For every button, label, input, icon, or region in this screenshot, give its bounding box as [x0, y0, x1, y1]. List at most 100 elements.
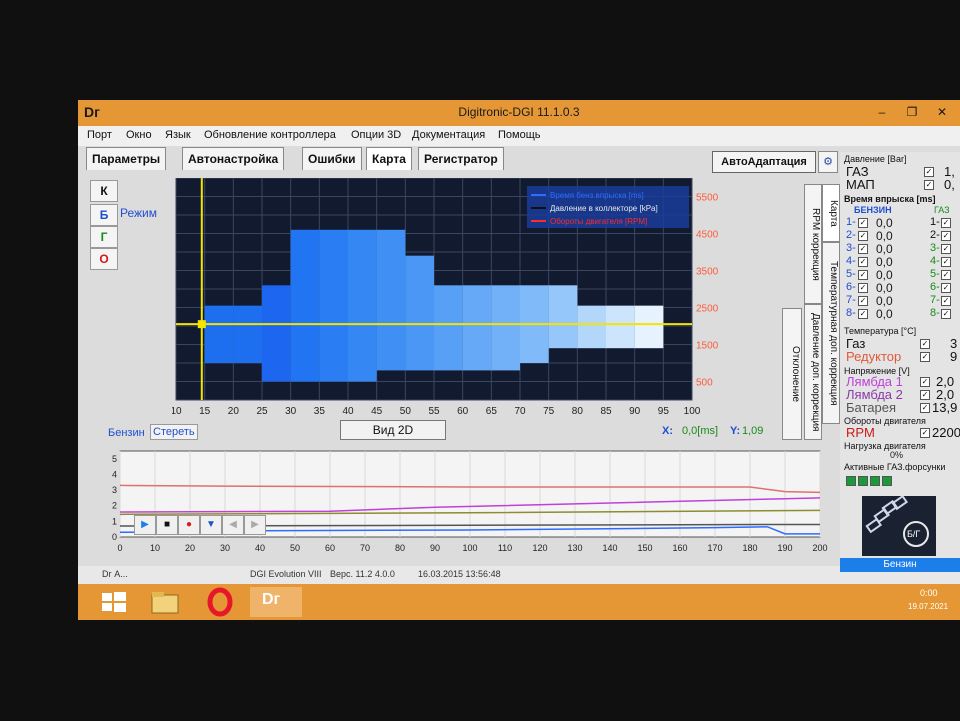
map-x-tick-label: 55 [428, 406, 440, 417]
settings-icon[interactable]: ⚙ [818, 151, 838, 173]
tab-map-vertical[interactable]: Карта [822, 184, 840, 242]
injector-benzin-check[interactable]: ✓ [858, 231, 868, 241]
recorder-plot[interactable]: 0 10 20 30 40 50 60 70 80 90 100 110 120 130 140 150 160… [112, 445, 832, 563]
gas-pressure-check[interactable]: ✓ [924, 167, 934, 177]
minimize-button[interactable]: – [868, 103, 896, 121]
injector-gas-number: 1- [930, 216, 940, 228]
plot-y-tick-label: 0 [112, 532, 117, 542]
temp-reducer-check[interactable]: ✓ [920, 352, 930, 362]
injector-gas-check[interactable]: ✓ [941, 296, 951, 306]
plot-x-tick-label: 30 [220, 543, 230, 553]
injector-gas-check[interactable]: ✓ [941, 231, 951, 241]
temp-gas-check[interactable]: ✓ [920, 339, 930, 349]
file-explorer-icon[interactable] [146, 587, 186, 617]
injector-gas-check[interactable]: ✓ [941, 218, 951, 228]
injector-gas-check[interactable]: ✓ [941, 270, 951, 280]
tab-rpm-correction[interactable]: RPM коррекция [804, 184, 822, 304]
record-icon[interactable]: ● [178, 515, 200, 535]
injector-benzin-check[interactable]: ✓ [858, 283, 868, 293]
tab-recorder[interactable]: Регистратор [418, 147, 504, 170]
tab-autotune[interactable]: Автонастройка [182, 147, 285, 170]
menu-controller-update[interactable]: Обновление контроллера [204, 129, 336, 141]
plot-x-tick-label: 10 [150, 543, 160, 553]
tab-parameters[interactable]: Параметры [86, 147, 167, 170]
map-cell-column-5 [348, 229, 377, 382]
plot-x-tick-label: 160 [672, 543, 687, 553]
map-x-tick-label: 70 [514, 406, 526, 417]
injector-benzin-check[interactable]: ✓ [858, 218, 868, 228]
injector-benzin-check[interactable]: ✓ [858, 296, 868, 306]
lambda2-check[interactable]: ✓ [920, 390, 930, 400]
menu-port[interactable]: Порт [87, 129, 112, 141]
injector-benzin-check[interactable]: ✓ [858, 257, 868, 267]
rpm-value: 2200 [932, 425, 960, 440]
injector-gas-check[interactable]: ✓ [941, 283, 951, 293]
map-legend: Время бенз.впрыска [ms] Давление в колле… [527, 186, 689, 228]
menu-window[interactable]: Окно [126, 129, 152, 141]
map-cell-column-1 [233, 305, 262, 363]
tab-temperature-correction[interactable]: Температурная доп. коррекция [822, 242, 840, 424]
menu-language[interactable]: Язык [165, 129, 191, 141]
injector-benzin-check[interactable]: ✓ [858, 244, 868, 254]
plot-x-tick-label: 100 [462, 543, 477, 553]
marker-icon[interactable]: ▼ [200, 515, 222, 535]
plot-x-tick-label: 20 [185, 543, 195, 553]
plot-x-tick-label: 40 [255, 543, 265, 553]
map-x-tick-label: 20 [228, 406, 240, 417]
plot-x-tick-label: 130 [567, 543, 582, 553]
gas-bg-label: Б/Г [907, 529, 921, 539]
map-x-tick-label: 90 [629, 406, 641, 417]
map-button-b[interactable]: Б [90, 204, 118, 226]
injection-map-chart[interactable]: 10 15 20 25 30 35 40 45 50 55 60 65 70 75 80 85 90 95 100 … [172, 178, 796, 418]
injector-benzin-number: 6- [846, 281, 856, 293]
temp-reducer-value: 9 [950, 349, 958, 364]
load-value: 0% [890, 450, 904, 460]
vertical-tab-strip: RPM коррекция Карта Температурная доп. к… [782, 184, 842, 440]
clear-button[interactable]: Стереть [150, 424, 198, 440]
plot-x-tick-label: 90 [430, 543, 440, 553]
restore-button[interactable]: ❐ [898, 103, 926, 121]
menu-bar: Порт Окно Язык Обновление контроллера Оп… [78, 126, 960, 146]
map-button-g[interactable]: Г [90, 226, 118, 248]
temperature-header: Температура [°C] [844, 326, 917, 336]
map-button-k[interactable]: К [90, 180, 118, 202]
step-back-icon[interactable]: ◀ [222, 515, 244, 535]
injector-gas-check[interactable]: ✓ [941, 244, 951, 254]
plot-x-tick-label: 200 [812, 543, 827, 553]
stop-icon[interactable]: ■ [156, 515, 178, 535]
app-window: Dг Digitronic-DGI 11.1.0.3 – ❐ ✕ Порт Ок… [78, 100, 960, 620]
play-icon[interactable]: ▶ [134, 515, 156, 535]
menu-options-3d[interactable]: Опции 3D [351, 129, 401, 141]
opera-icon[interactable] [200, 587, 240, 617]
injector-benzin-check[interactable]: ✓ [858, 270, 868, 280]
status-program: DGI Evolution VIII [250, 569, 322, 579]
injector-benzin-value: 0,0 [876, 255, 893, 269]
tab-errors[interactable]: Ошибки [302, 147, 362, 170]
menu-documentation[interactable]: Документация [412, 129, 485, 141]
injector-benzin-check[interactable]: ✓ [858, 309, 868, 319]
injector-gas-number: 3- [930, 242, 940, 254]
map-x-tick-label: 95 [658, 406, 670, 417]
lambda1-check[interactable]: ✓ [920, 377, 930, 387]
menu-help[interactable]: Помощь [498, 129, 541, 141]
battery-check[interactable]: ✓ [920, 403, 930, 413]
rpm-check[interactable]: ✓ [920, 428, 930, 438]
injector-gas-check[interactable]: ✓ [941, 309, 951, 319]
map-pressure-value: 0, [944, 177, 955, 192]
map-pressure-check[interactable]: ✓ [924, 180, 934, 190]
map-x-tick-label: 75 [543, 406, 555, 417]
auto-adapt-button[interactable]: АвтоАдаптация [712, 151, 816, 173]
injector-gas-check[interactable]: ✓ [941, 257, 951, 267]
map-button-o[interactable]: О [90, 248, 118, 270]
tab-map[interactable]: Карта [366, 147, 412, 170]
digitronic-taskbar-icon[interactable]: Dг [250, 587, 302, 617]
injector-gas-number: 7- [930, 294, 940, 306]
close-button[interactable]: ✕ [928, 103, 956, 121]
map-cell-column-14 [606, 305, 635, 349]
step-forward-icon[interactable]: ▶ [244, 515, 266, 535]
map-x-tick-label: 100 [684, 406, 701, 417]
taskbar: Dг 0:00 19.07.2021 [78, 584, 960, 620]
view-2d-button[interactable]: Вид 2D [340, 420, 446, 440]
gas-status-tile: Б/Г [862, 494, 936, 556]
start-icon[interactable] [96, 587, 136, 617]
